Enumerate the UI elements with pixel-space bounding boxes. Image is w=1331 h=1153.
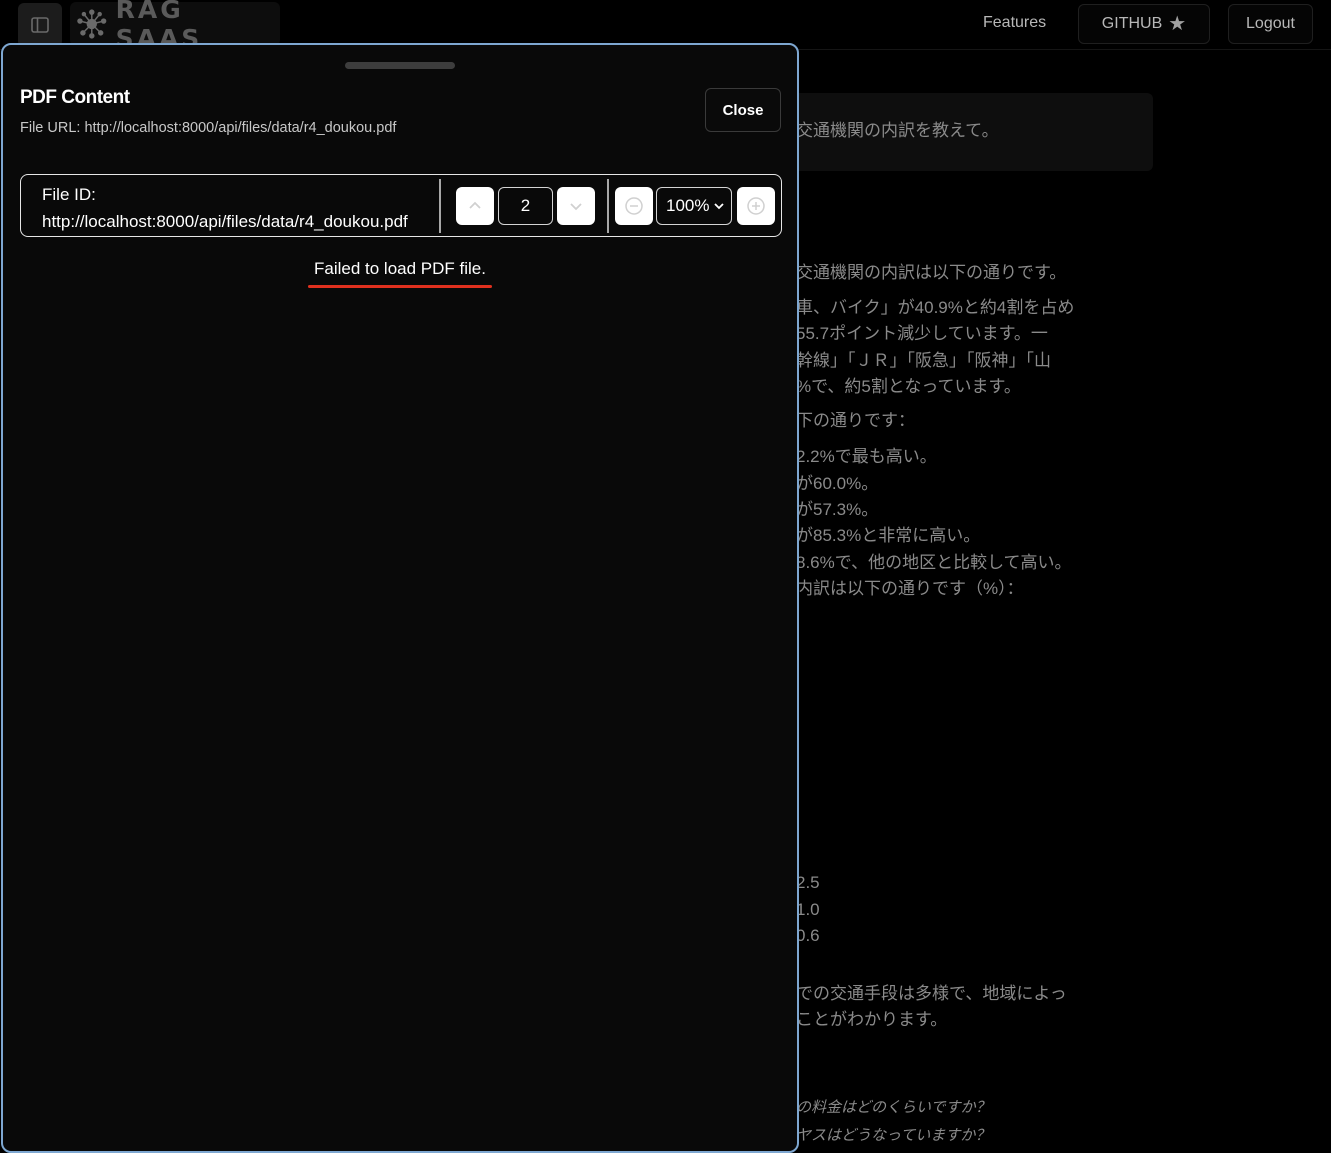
answer-line: が85.3%と非常に高い。: [796, 526, 981, 545]
nav-link-features[interactable]: Features: [983, 14, 1046, 32]
sidebar-toggle-button[interactable]: [18, 3, 62, 47]
answer-line: 下の通りです：: [796, 411, 915, 430]
answer-line: 0.6: [796, 926, 820, 945]
user-message-text: 交通機関の内訳を教えて。: [796, 121, 999, 140]
zoom-in-icon: [747, 197, 765, 215]
sidebar-panel-icon: [31, 17, 49, 33]
prev-page-button[interactable]: [456, 187, 494, 225]
answer-line: 8.6%で、他の地区と比較して高い。: [796, 553, 1072, 572]
answer-line: 2.2%で最も高い。: [796, 447, 937, 466]
zoom-level-select[interactable]: 100%: [656, 187, 732, 225]
answer-line: 1.0: [796, 900, 820, 919]
answer-line: が60.0%。: [796, 474, 879, 493]
zoom-out-icon: [625, 197, 643, 215]
answer-line: %で、約5割となっています。: [796, 377, 1021, 396]
logout-button[interactable]: Logout: [1228, 4, 1313, 44]
chevron-down-icon: [714, 203, 724, 210]
file-url-text: File URL: http://localhost:8000/api/file…: [20, 120, 397, 136]
zoom-in-button[interactable]: [737, 187, 775, 225]
drag-handle[interactable]: [345, 62, 455, 69]
pdf-content-drawer: PDF Content File URL: http://localhost:8…: [1, 43, 799, 1153]
chevron-up-icon: [469, 201, 481, 209]
logout-label: Logout: [1246, 15, 1295, 32]
pdf-viewer-toolbar: File ID: http://localhost:8000/api/files…: [20, 174, 782, 237]
answer-line: 2.5: [796, 873, 820, 892]
file-id-label: File ID:: [42, 185, 96, 204]
answer-line: 交通機関の内訳は以下の通りです。: [796, 263, 1067, 282]
file-id-value: http://localhost:8000/api/files/data/r4_…: [42, 212, 408, 231]
zoom-out-button[interactable]: [615, 187, 653, 225]
suggested-question[interactable]: の料金はどのくらいですか？: [796, 1096, 991, 1117]
star-icon: ★: [1168, 13, 1187, 35]
close-button[interactable]: Close: [705, 88, 781, 132]
answer-line: 内訳は以下の通りです（%）：: [796, 579, 1024, 598]
pdf-load-error-message: Failed to load PDF file.: [314, 259, 486, 278]
toolbar-divider: [439, 179, 441, 233]
answer-line: ことがわかります。: [796, 1010, 948, 1029]
error-underline: [308, 285, 492, 288]
zoom-level-value: 100%: [666, 196, 710, 215]
answer-line: 車、バイク」が40.9%と約4割を占め: [796, 298, 1075, 317]
answer-line: 55.7ポイント減少しています。一: [796, 324, 1048, 343]
page-number-input[interactable]: [498, 187, 553, 225]
answer-line: 幹線」「ＪＲ」「阪急」「阪神」「山: [796, 351, 1051, 370]
next-page-button[interactable]: [557, 187, 595, 225]
toolbar-divider: [607, 179, 609, 233]
answer-line: が57.3%。: [796, 500, 879, 519]
network-node-icon: [77, 9, 107, 39]
github-button[interactable]: GITHUB ★: [1078, 4, 1210, 44]
answer-line: での交通手段は多様で、地域によっ: [796, 984, 1067, 1003]
file-id-block: File ID: http://localhost:8000/api/files…: [42, 181, 439, 235]
modal-title: PDF Content: [20, 87, 130, 108]
logo[interactable]: RAG SAAS: [70, 0, 280, 53]
github-label: GITHUB: [1101, 15, 1163, 32]
chevron-down-icon: [570, 203, 582, 211]
